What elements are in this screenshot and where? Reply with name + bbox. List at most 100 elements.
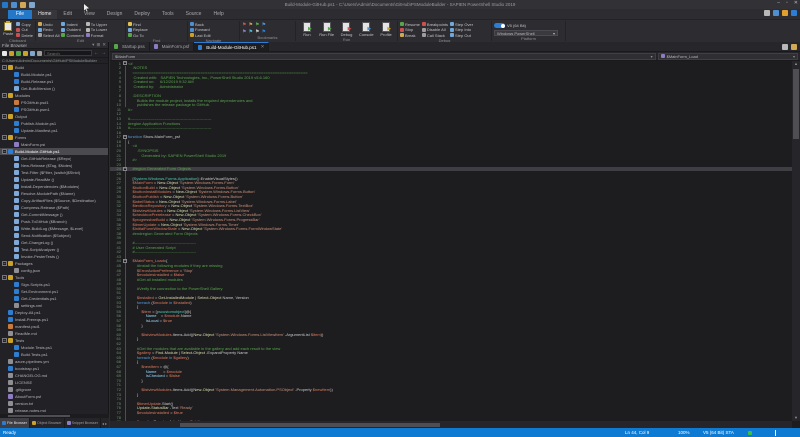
tree-item[interactable]: MainForm.psf bbox=[0, 141, 108, 148]
remote-session-icon[interactable] bbox=[773, 10, 779, 16]
tree-item[interactable]: Set-Environment.ps1 bbox=[0, 288, 108, 295]
expander-icon[interactable]: − bbox=[2, 261, 7, 266]
find-button[interactable]: Find bbox=[128, 22, 148, 27]
minimize-button[interactable]: – bbox=[777, 0, 780, 6]
tree-item[interactable]: New-Release ($Tag, $Notes) bbox=[0, 162, 108, 169]
expander-icon[interactable]: − bbox=[2, 65, 7, 70]
bookmark-flag-icon[interactable]: ⚑ bbox=[255, 29, 259, 35]
tree-item[interactable]: Get-GitHubRelease ($Repo) bbox=[0, 155, 108, 162]
tree-item[interactable]: Test-ScriptAnalyzer () bbox=[0, 246, 108, 253]
expander-icon[interactable]: − bbox=[2, 93, 7, 98]
platform-toggle[interactable] bbox=[494, 23, 505, 28]
tree-item[interactable]: − Forms bbox=[0, 134, 108, 141]
step-over-button[interactable]: Step Over bbox=[450, 22, 473, 27]
ribbon-tab-edit[interactable]: Edit bbox=[57, 10, 78, 19]
bookmark-flag-icon[interactable]: ⚑ bbox=[261, 22, 265, 28]
to-lower-button[interactable]: To Lower bbox=[85, 27, 107, 32]
close-icon[interactable]: ✕ bbox=[102, 42, 106, 48]
tree-item[interactable]: Module.Tests.ps1 bbox=[0, 344, 108, 351]
editor-vertical-scrollbar[interactable]: ▲ ▼ bbox=[792, 61, 800, 421]
tree-item[interactable]: ReadMe.md bbox=[0, 330, 108, 337]
tree-item[interactable]: PSGitHub.psm1 bbox=[0, 106, 108, 113]
scroll-down-arrow[interactable]: ▼ bbox=[792, 415, 800, 421]
back-button[interactable]: Back bbox=[190, 22, 211, 27]
expander-icon[interactable]: − bbox=[2, 114, 7, 119]
scrollbar-thumb[interactable] bbox=[793, 69, 799, 139]
tree-item[interactable]: Resolve-ModulePath ($Name) bbox=[0, 190, 108, 197]
pin-icon[interactable]: ⊞ bbox=[96, 42, 100, 48]
panel-tab-snippet-browser[interactable]: Snippet Browser bbox=[65, 418, 101, 428]
maximize-button[interactable]: ▫ bbox=[786, 0, 788, 6]
tree-item[interactable]: Publish-Module.ps1 bbox=[0, 120, 108, 127]
zoom-indicator[interactable]: 100% bbox=[678, 430, 690, 435]
redo-button[interactable]: Redo bbox=[38, 27, 59, 32]
tree-item[interactable]: Get-ChangeLog () bbox=[0, 239, 108, 246]
tree-item[interactable]: Sign-Scripts.ps1 bbox=[0, 281, 108, 288]
tree-item[interactable]: − Build bbox=[0, 64, 108, 71]
help-icon[interactable] bbox=[791, 10, 797, 16]
tree-item[interactable]: config.json bbox=[0, 267, 108, 274]
tree-item[interactable]: − Packages bbox=[0, 260, 108, 267]
run-button[interactable]: ▶ Run bbox=[298, 22, 316, 37]
settings-gear-icon[interactable] bbox=[37, 50, 42, 56]
tree-item[interactable]: settings.xml bbox=[0, 302, 108, 309]
ribbon-tab-home[interactable]: Home bbox=[32, 9, 58, 19]
tree-item[interactable]: Test-Filter ($Filter, [switch]$Strict) bbox=[0, 169, 108, 176]
scroll-right-icon[interactable]: ▸ bbox=[105, 421, 107, 426]
document-tab[interactable]: Startup.pss bbox=[110, 42, 150, 51]
panel-menu-icon[interactable]: ▾ bbox=[92, 42, 94, 48]
tree-item[interactable]: Get-BuildVersion () bbox=[0, 85, 108, 92]
document-list-icon[interactable] bbox=[782, 43, 788, 50]
bookmark-flag-icon[interactable]: ⚑ bbox=[248, 29, 252, 35]
undo-button[interactable]: Undo bbox=[38, 22, 59, 27]
platform-indicator[interactable]: V5 (64 Bit) STA bbox=[703, 430, 734, 435]
tree-item[interactable]: Get-CommitMessage () bbox=[0, 211, 108, 218]
tree-item[interactable]: bootstrap.ps1 bbox=[0, 365, 108, 372]
tree-item[interactable]: Install-Prereqs.ps1 bbox=[0, 316, 108, 323]
document-tab[interactable]: Build-Module-GitHub.ps1 ✕ bbox=[194, 42, 270, 51]
tree-item[interactable]: Invoke-PesterTests () bbox=[0, 253, 108, 260]
stop-button[interactable]: Stop bbox=[400, 27, 420, 32]
tree-item[interactable]: Build-Release.ps1 bbox=[0, 78, 108, 85]
tree-item[interactable]: − Modules bbox=[0, 92, 108, 99]
ribbon-tab-view[interactable]: View bbox=[78, 10, 101, 19]
tree-item[interactable]: azure-pipelines.yml bbox=[0, 358, 108, 365]
document-tab[interactable]: MainForm.psf bbox=[150, 42, 195, 51]
forward-button[interactable]: Forward bbox=[190, 27, 211, 32]
search-input[interactable] bbox=[44, 50, 92, 56]
tree-item[interactable]: Build.Tests.ps1 bbox=[0, 351, 108, 358]
tree-item[interactable]: Push-ToGitHub ($Branch) bbox=[0, 218, 108, 225]
event-dropdown[interactable]: $MainForm_Load ▾ bbox=[657, 52, 798, 60]
debug-button[interactable]: ▶ Debug bbox=[338, 22, 356, 37]
tree-item[interactable]: Copy-ArtifactFiles ($Source, $Destinatio… bbox=[0, 197, 108, 204]
expander-icon[interactable]: − bbox=[2, 135, 7, 140]
tree-item[interactable]: Write-BuildLog ($Message, $Level) bbox=[0, 225, 108, 232]
resume-button[interactable]: Resume bbox=[400, 22, 420, 27]
replace-button[interactable]: Replace bbox=[128, 27, 148, 32]
open-folder-icon[interactable] bbox=[9, 50, 14, 56]
tree-item[interactable]: Get-Credentials.ps1 bbox=[0, 295, 108, 302]
parent-folder-icon[interactable] bbox=[23, 50, 28, 56]
refresh-icon[interactable] bbox=[16, 50, 21, 56]
tree-item[interactable]: Compress-Release ($Path) bbox=[0, 204, 108, 211]
tree-item[interactable]: PSGitHub.psd1 bbox=[0, 99, 108, 106]
tree-item[interactable]: CHANGELOG.md bbox=[0, 372, 108, 379]
copy-button[interactable]: Copy bbox=[16, 22, 33, 27]
ribbon-tab-help[interactable]: Help bbox=[207, 10, 229, 19]
ribbon-tab-source[interactable]: Source bbox=[180, 10, 208, 19]
tree-item[interactable]: Deploy-All.ps1 bbox=[0, 309, 108, 316]
expander-icon[interactable]: − bbox=[2, 338, 7, 343]
cut-button[interactable]: Cut bbox=[16, 27, 33, 32]
profile-button[interactable]: ▶ Profile bbox=[377, 22, 395, 37]
scrollbar-thumb[interactable] bbox=[180, 422, 440, 427]
tree-item[interactable]: Build-Module.ps1 bbox=[0, 71, 108, 78]
console-button[interactable]: ▶ Console bbox=[357, 22, 375, 37]
panel-tab-file-browser[interactable]: File Browser bbox=[0, 418, 30, 428]
run-file-button[interactable]: ▶ Run File bbox=[318, 22, 336, 37]
step-into-button[interactable]: Step Into bbox=[450, 27, 473, 32]
expander-icon[interactable]: − bbox=[2, 275, 7, 280]
expander-icon[interactable]: − bbox=[2, 149, 7, 154]
tree-item[interactable]: LICENSE bbox=[0, 379, 108, 386]
feedback-icon[interactable] bbox=[782, 10, 788, 16]
editor-horizontal-scrollbar[interactable] bbox=[110, 421, 792, 428]
